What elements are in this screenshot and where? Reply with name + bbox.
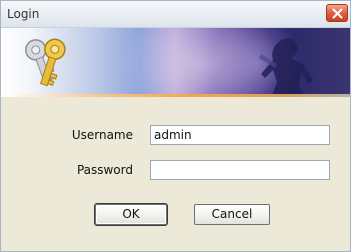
silhouette-graphic <box>259 38 313 97</box>
password-label: Password <box>76 163 133 177</box>
banner-stripe <box>1 94 350 97</box>
password-input[interactable] <box>150 160 330 180</box>
login-dialog: Login Username admin Password OK Cancel <box>0 0 351 252</box>
close-icon <box>332 8 343 19</box>
username-input[interactable] <box>150 125 330 145</box>
close-button[interactable] <box>326 4 348 22</box>
ok-button[interactable]: OK <box>95 204 167 225</box>
username-label: Username <box>71 128 133 142</box>
keys-icon <box>25 38 66 87</box>
cancel-button[interactable]: Cancel <box>194 204 270 225</box>
window-title: Login <box>7 7 40 21</box>
title-bar[interactable]: Login <box>1 1 350 28</box>
